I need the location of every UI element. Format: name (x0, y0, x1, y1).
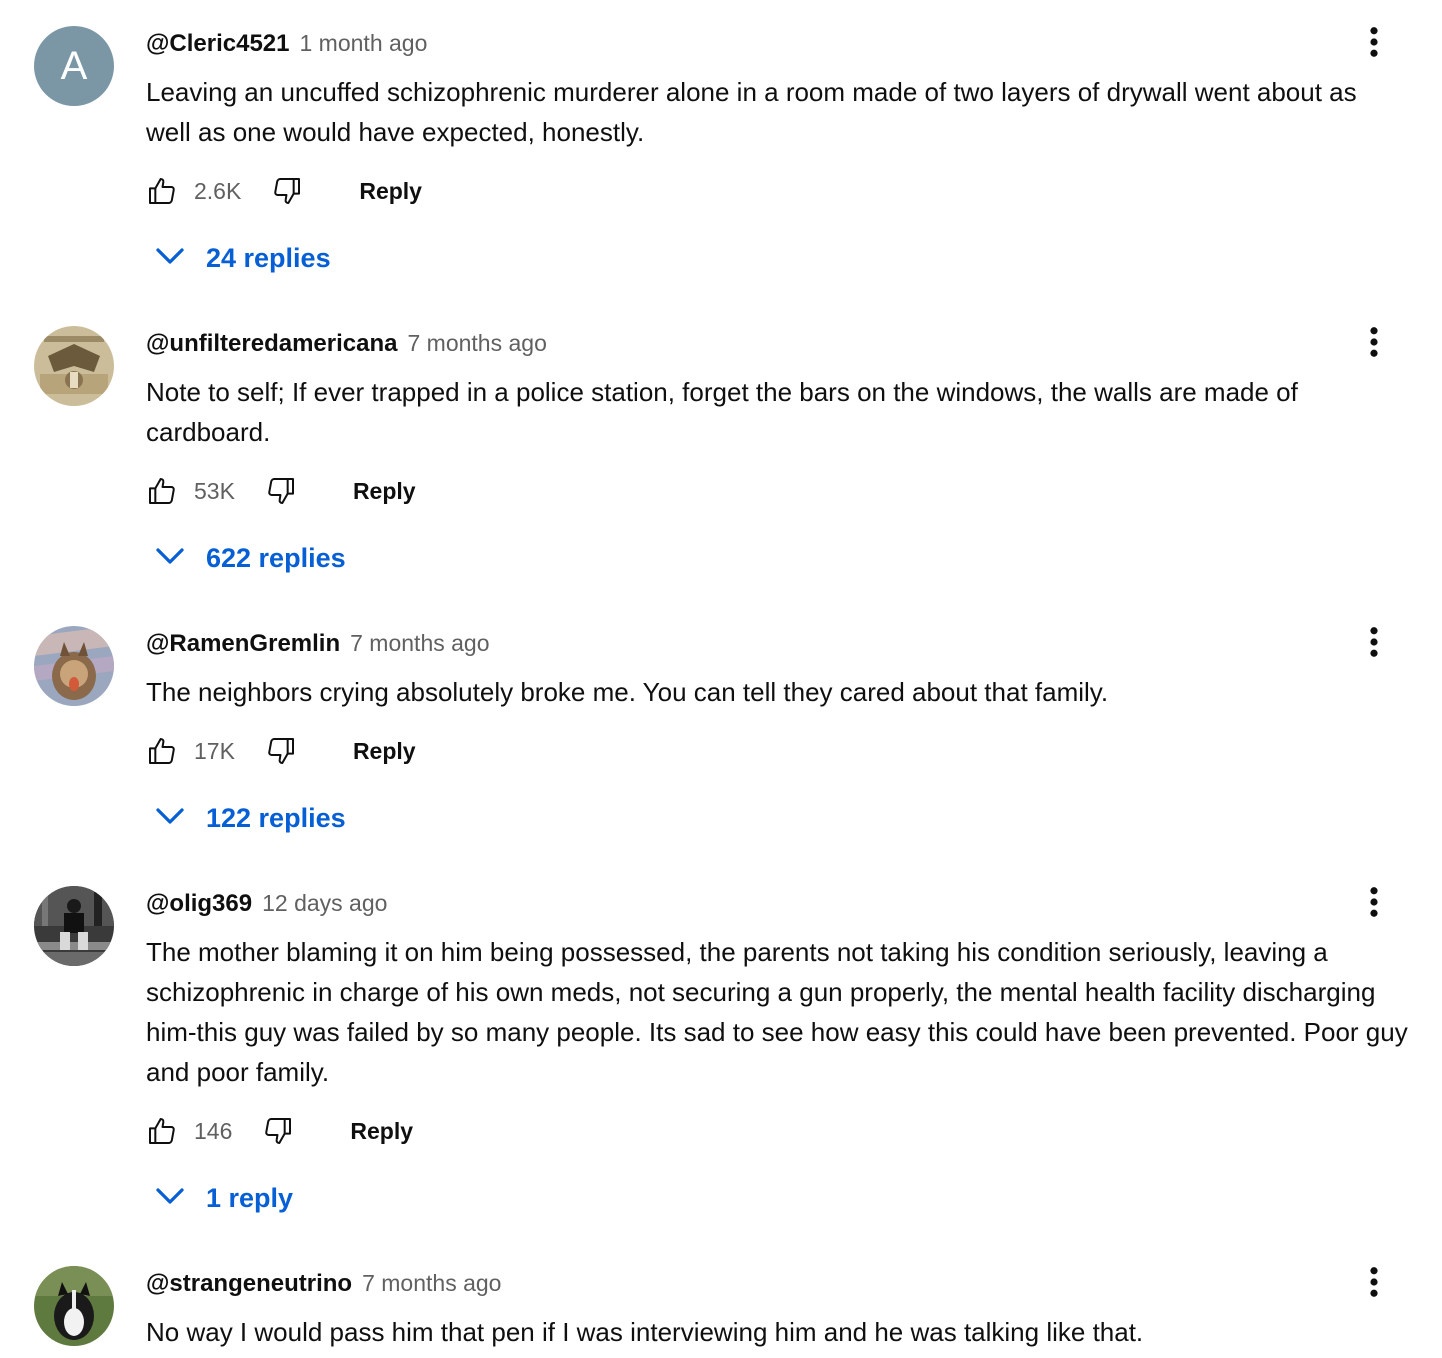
comment-text: No way I would pass him that pen if I wa… (146, 1317, 1144, 1347)
comment-header: @RamenGremlin 7 months ago (146, 630, 490, 658)
comment-text: Leaving an uncuffed schizophrenic murder… (146, 77, 1357, 147)
avatar[interactable] (34, 886, 114, 966)
view-replies-button[interactable]: 24 replies (152, 238, 331, 278)
comment-header: @Cleric4521 1 month ago (146, 30, 427, 58)
comment-header: @olig369 12 days ago (146, 890, 387, 918)
comment-author[interactable]: @RamenGremlin (146, 630, 340, 658)
like-count: 2.6K (194, 177, 242, 204)
view-replies-button[interactable]: 1 reply (152, 1178, 293, 1218)
thumb-down-icon[interactable] (271, 175, 303, 207)
more-vert-icon[interactable] (1356, 884, 1392, 920)
like-count: 53K (194, 477, 235, 504)
replies-count-label: 122 replies (206, 802, 346, 833)
replies-count-label: 24 replies (206, 242, 331, 273)
comment-header: @unfilteredamericana 7 months ago (146, 330, 547, 358)
thumb-up-icon[interactable] (146, 175, 178, 207)
chevron-down-icon (152, 538, 188, 579)
chevron-down-icon (152, 1178, 188, 1219)
chevron-down-icon (152, 238, 188, 279)
comment-author[interactable]: @strangeneutrino (146, 1270, 352, 1298)
comment-timestamp[interactable]: 12 days ago (262, 890, 387, 917)
view-replies-button[interactable]: 622 replies (152, 538, 346, 578)
thumb-up-icon[interactable] (146, 735, 178, 767)
avatar-image (34, 1266, 114, 1346)
avatar[interactable] (34, 626, 114, 706)
comment-header: @strangeneutrino 7 months ago (146, 1270, 501, 1298)
reply-button[interactable]: Reply (350, 1118, 413, 1145)
comment-actions: 2.6K Reply (146, 171, 422, 211)
comment-author[interactable]: @olig369 (146, 890, 252, 918)
avatar-letter: A (34, 26, 114, 106)
thumb-down-icon[interactable] (265, 735, 297, 767)
comment-thread: @olig369 12 days ago The mother blaming … (0, 860, 1442, 1240)
comment-thread: @unfilteredamericana 7 months ago Note t… (0, 300, 1442, 600)
comment-thread: @RamenGremlin 7 months ago The neighbors… (0, 600, 1442, 860)
reply-button[interactable]: Reply (353, 478, 416, 505)
comment-author[interactable]: @unfilteredamericana (146, 330, 397, 358)
avatar-image (34, 626, 114, 706)
like-count: 17K (194, 737, 235, 764)
replies-count-label: 1 reply (206, 1182, 294, 1213)
thumb-down-icon[interactable] (265, 475, 297, 507)
more-vert-icon[interactable] (1356, 624, 1392, 660)
comment-text: The mother blaming it on him being posse… (146, 937, 1408, 1087)
avatar[interactable] (34, 326, 114, 406)
avatar[interactable] (34, 1266, 114, 1346)
more-vert-icon[interactable] (1356, 24, 1392, 60)
comment-timestamp[interactable]: 7 months ago (407, 330, 546, 357)
comment-actions: 146 Reply (146, 1111, 413, 1151)
reply-button[interactable]: Reply (353, 738, 416, 765)
view-replies-button[interactable]: 122 replies (152, 798, 346, 838)
comment-timestamp[interactable]: 7 months ago (362, 1270, 501, 1297)
comment-actions: 53K Reply (146, 471, 416, 511)
thumb-down-icon[interactable] (262, 1115, 294, 1147)
more-vert-icon[interactable] (1356, 324, 1392, 360)
comment-timestamp[interactable]: 1 month ago (300, 30, 428, 57)
thumb-up-icon[interactable] (146, 1115, 178, 1147)
comment-author[interactable]: @Cleric4521 (146, 30, 290, 58)
chevron-down-icon (152, 798, 188, 839)
comment-thread: @strangeneutrino 7 months ago No way I w… (0, 1240, 1442, 1358)
comment-text: Note to self; If ever trapped in a polic… (146, 377, 1298, 447)
replies-count-label: 622 replies (206, 542, 346, 573)
avatar-image (34, 886, 114, 966)
comment-text: The neighbors crying absolutely broke me… (146, 677, 1109, 707)
comment-thread: A @Cleric4521 1 month ago Leaving an unc… (0, 0, 1442, 300)
like-count: 146 (194, 1117, 233, 1144)
reply-button[interactable]: Reply (359, 178, 422, 205)
more-vert-icon[interactable] (1356, 1264, 1392, 1300)
thumb-up-icon[interactable] (146, 475, 178, 507)
avatar-image (34, 326, 114, 406)
avatar[interactable]: A (34, 26, 114, 106)
comment-timestamp[interactable]: 7 months ago (350, 630, 489, 657)
comment-actions: 17K Reply (146, 731, 416, 771)
